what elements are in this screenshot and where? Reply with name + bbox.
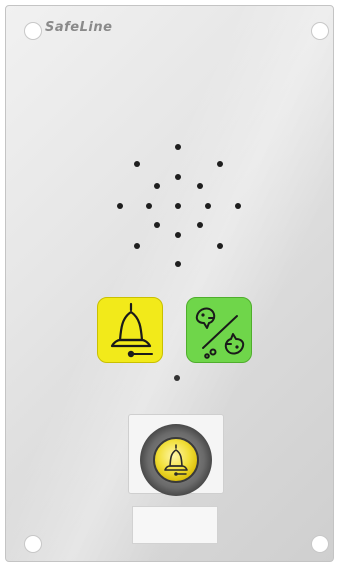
push-button-lens (153, 437, 199, 483)
call-button-plate (128, 414, 224, 544)
grille-hole (154, 183, 160, 189)
bell-icon (110, 302, 153, 358)
screw-bottom-left (24, 535, 42, 553)
screw-bottom-right (311, 535, 329, 553)
grille-hole (175, 261, 181, 267)
label-plate (132, 506, 218, 544)
speech-key[interactable] (186, 297, 252, 363)
call-push-button[interactable] (140, 424, 212, 496)
grille-hole (175, 144, 181, 150)
speaker-grille (117, 144, 241, 267)
grille-hole (205, 203, 211, 209)
page: SafeLine (0, 0, 339, 567)
grille-hole (117, 203, 123, 209)
two-way-speech-icon (195, 307, 245, 359)
alarm-key[interactable] (97, 297, 163, 363)
grille-hole (197, 222, 203, 228)
grille-hole (154, 222, 160, 228)
status-led (174, 375, 180, 381)
grille-hole (197, 183, 203, 189)
grille-hole (235, 203, 241, 209)
grille-hole (175, 232, 181, 238)
grille-hole (146, 203, 152, 209)
grille-hole (134, 243, 140, 249)
grille-hole (175, 174, 181, 180)
grille-hole (217, 161, 223, 167)
grille-hole (217, 243, 223, 249)
bell-icon (164, 444, 188, 476)
grille-hole (134, 161, 140, 167)
grille-hole (175, 203, 181, 209)
